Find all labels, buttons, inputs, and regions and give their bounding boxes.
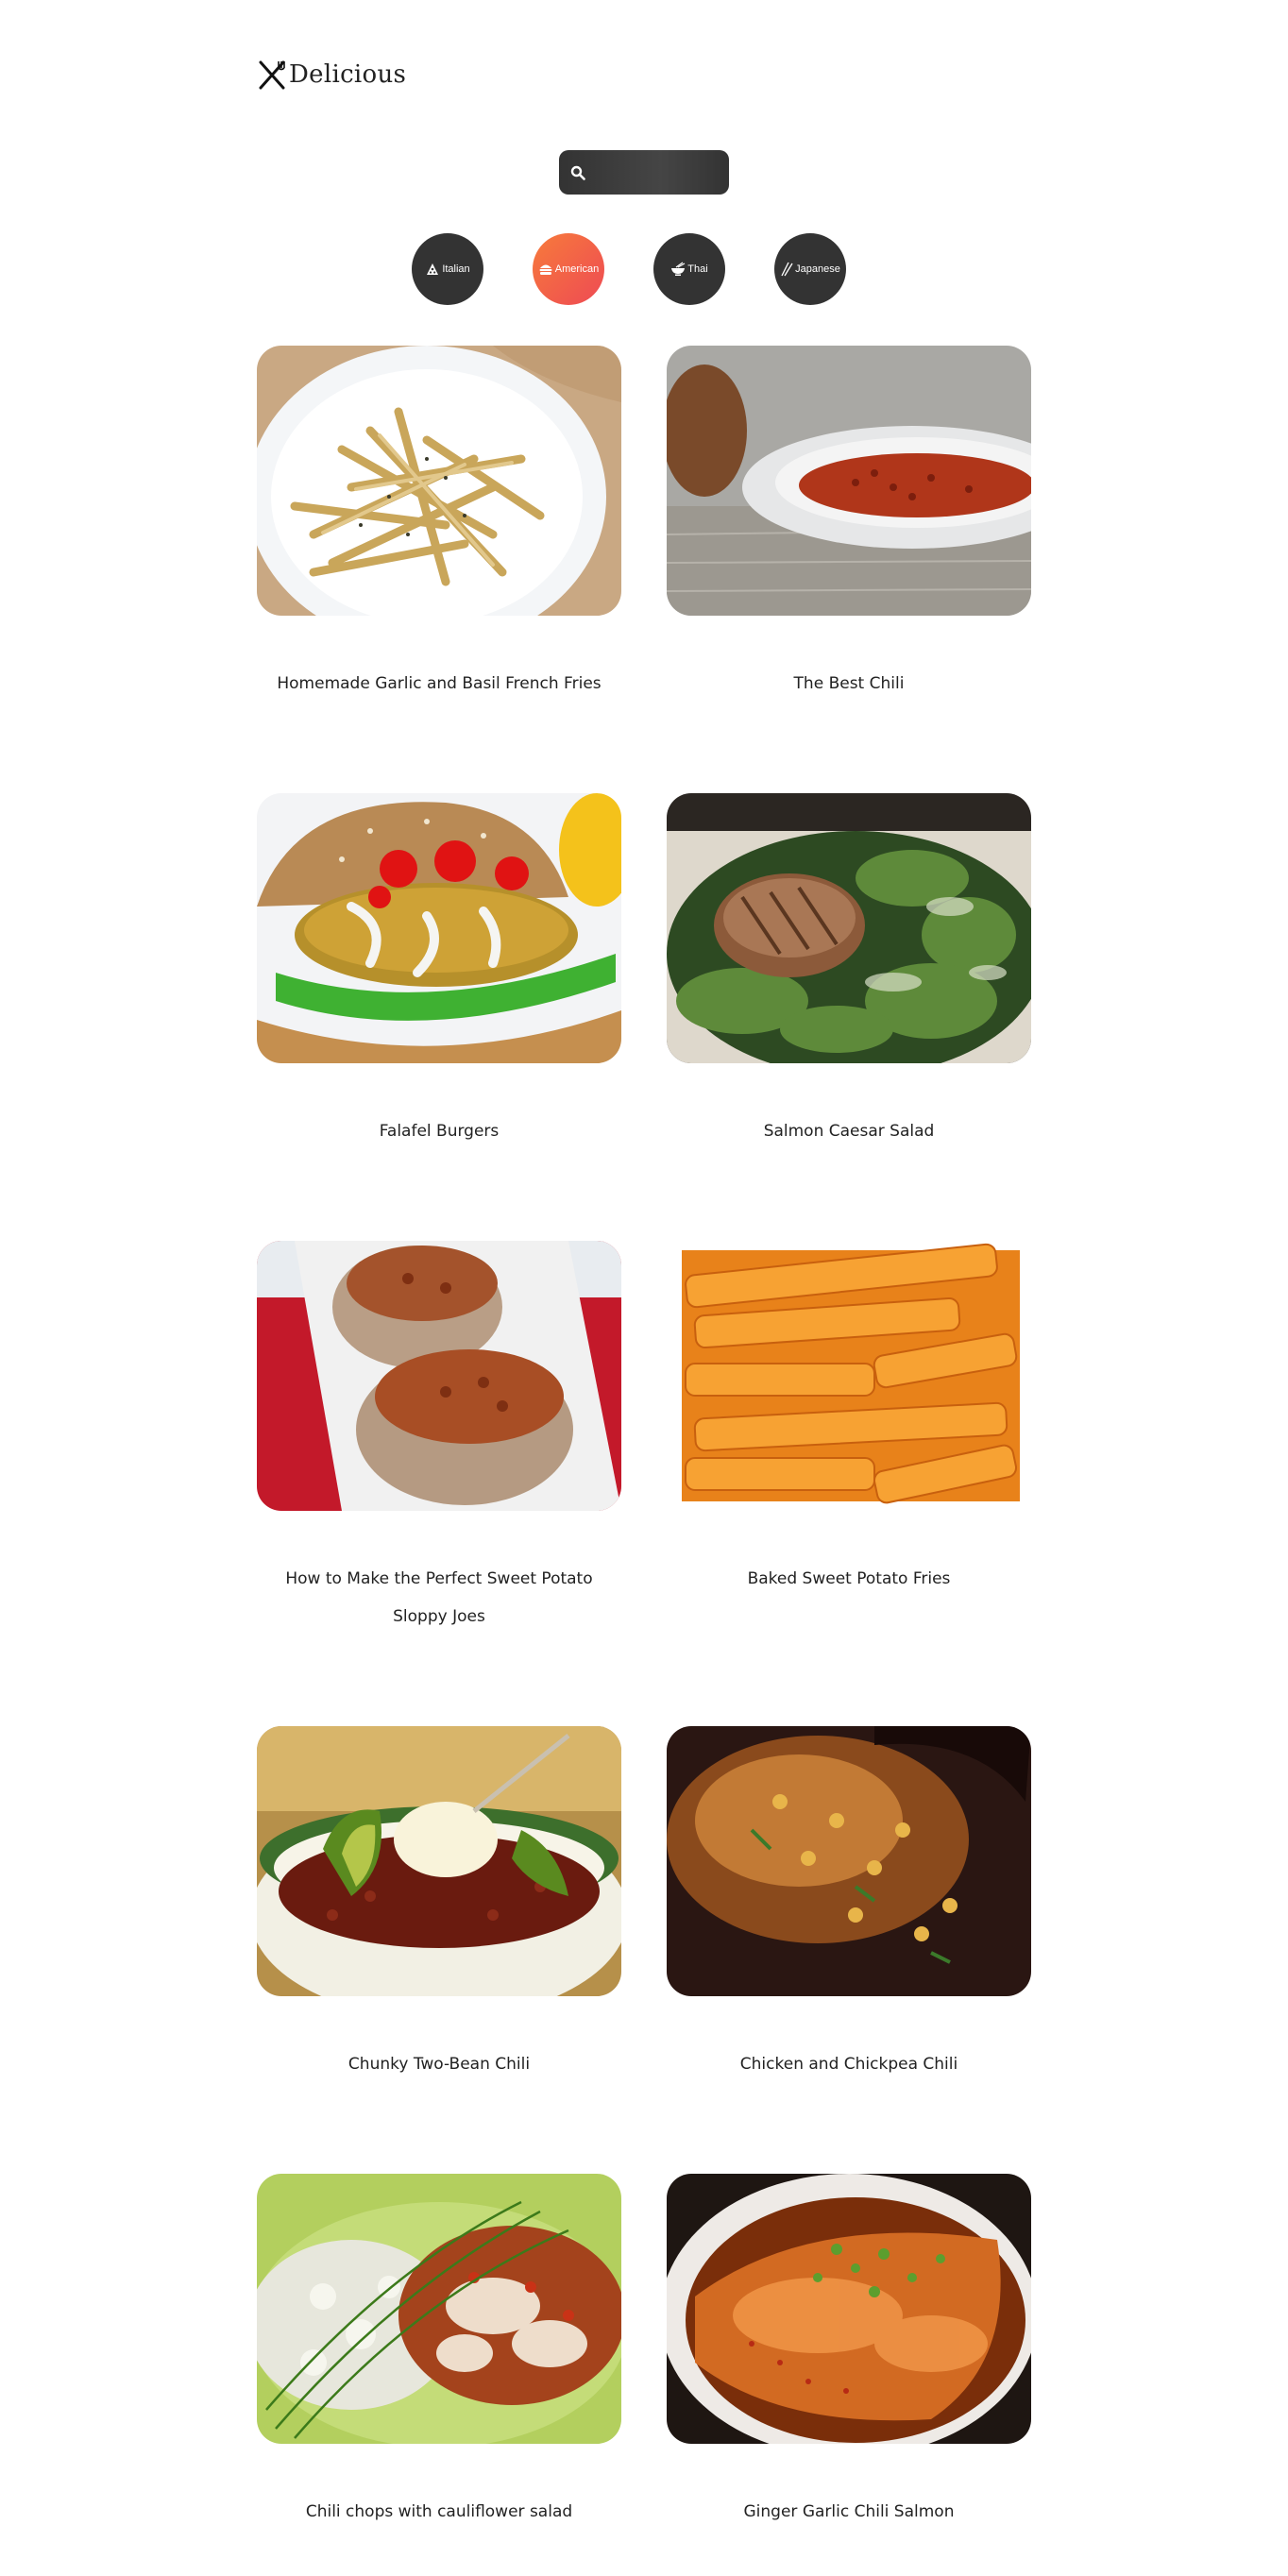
recipe-image[interactable] (667, 346, 1031, 616)
category-american[interactable]: American (533, 233, 604, 305)
recipe-title[interactable]: The Best Chili (667, 665, 1031, 703)
burger-icon (538, 262, 553, 277)
recipe-title[interactable]: Chili chops with cauliflower salad (257, 2493, 621, 2531)
recipe-card[interactable]: The Best Chili (667, 346, 1031, 703)
recipe-image[interactable] (257, 1726, 621, 1996)
search-icon (570, 164, 585, 181)
recipe-card[interactable]: Chili chops with cauliflower salad (257, 2174, 621, 2531)
noodle-bowl-icon (670, 262, 686, 277)
recipe-card[interactable]: Ginger Garlic Chili Salmon (667, 2174, 1031, 2531)
recipe-card[interactable]: Falafel Burgers (257, 793, 621, 1150)
recipe-title[interactable]: Chunky Two-Bean Chili (257, 2045, 621, 2083)
fork-knife-icon (257, 59, 287, 90)
recipe-image[interactable] (667, 793, 1031, 1063)
recipe-title[interactable]: Chicken and Chickpea Chili (667, 2045, 1031, 2083)
recipe-card[interactable]: Baked Sweet Potato Fries (667, 1241, 1031, 1598)
chopsticks-icon (780, 262, 793, 277)
recipe-card[interactable]: Salmon Caesar Salad (667, 793, 1031, 1150)
pizza-icon (425, 262, 440, 277)
category-filter: Italian American Thai Japanese (412, 233, 846, 305)
recipe-card[interactable]: Chicken and Chickpea Chili (667, 1726, 1031, 2083)
recipe-title[interactable]: Baked Sweet Potato Fries (667, 1560, 1031, 1598)
logo[interactable]: Delicious (257, 59, 406, 91)
category-thai[interactable]: Thai (653, 233, 725, 305)
recipe-card[interactable]: Homemade Garlic and Basil French Fries (257, 346, 621, 703)
category-label: Japanese (795, 263, 840, 275)
category-japanese[interactable]: Japanese (774, 233, 846, 305)
search-bar[interactable] (559, 149, 784, 195)
recipe-image[interactable] (257, 2174, 621, 2444)
category-italian[interactable]: Italian (412, 233, 483, 305)
recipe-image[interactable] (667, 2174, 1031, 2444)
category-label: Italian (442, 263, 470, 275)
recipe-title[interactable]: Salmon Caesar Salad (667, 1112, 1031, 1150)
recipe-title[interactable]: Homemade Garlic and Basil French Fries (257, 665, 621, 703)
recipe-image[interactable] (257, 346, 621, 616)
category-label: American (554, 263, 600, 275)
recipe-image[interactable] (667, 1726, 1031, 1996)
recipe-title[interactable]: Ginger Garlic Chili Salmon (667, 2493, 1031, 2531)
recipe-title[interactable]: How to Make the Perfect Sweet Potato Slo… (257, 1560, 621, 1635)
recipe-card[interactable]: Chunky Two-Bean Chili (257, 1726, 621, 2083)
recipe-title[interactable]: Falafel Burgers (257, 1112, 621, 1150)
category-label: Thai (687, 263, 708, 275)
logo-text: Delicious (289, 60, 407, 89)
recipe-image[interactable] (257, 793, 621, 1063)
recipe-card[interactable]: How to Make the Perfect Sweet Potato Slo… (257, 1241, 621, 1635)
search-input[interactable] (585, 149, 784, 195)
recipe-image[interactable] (257, 1241, 621, 1511)
recipe-image[interactable] (667, 1241, 1031, 1511)
